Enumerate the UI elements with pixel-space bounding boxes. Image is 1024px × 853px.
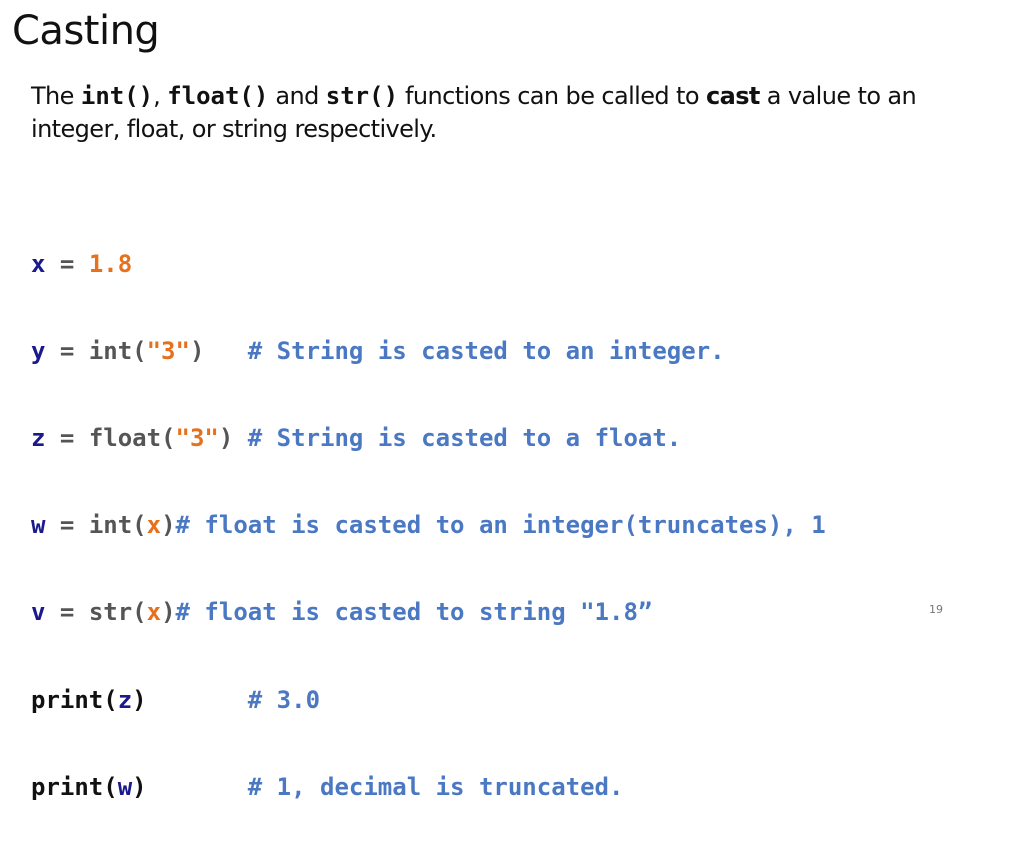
code-call: int( bbox=[88, 511, 147, 540]
code-line-print-w: print(w) # 1, decimal is truncated. bbox=[31, 766, 826, 810]
code-assign: = bbox=[45, 511, 89, 540]
code-line-y: y = int("3") # String is casted to an in… bbox=[31, 330, 826, 374]
code-var: y bbox=[31, 336, 46, 365]
code-print: print( bbox=[31, 685, 118, 714]
code-literal: "3" bbox=[175, 423, 219, 452]
code-var: z bbox=[31, 423, 46, 452]
code-literal: 1.8 bbox=[88, 249, 133, 278]
str-function-ref: str() bbox=[325, 82, 399, 110]
code-comment: # float is casted to an integer(truncate… bbox=[175, 511, 826, 540]
code-literal: "3" bbox=[146, 336, 190, 365]
code-line-w: w = int(x)# float is casted to an intege… bbox=[31, 504, 826, 548]
code-assign: = bbox=[45, 598, 89, 627]
code-close-paren: ) bbox=[189, 336, 205, 365]
intro-prefix: The bbox=[31, 82, 81, 110]
code-call: float( bbox=[88, 423, 176, 452]
code-close-paren: ) bbox=[132, 772, 147, 801]
code-arg: z bbox=[117, 685, 133, 714]
code-call: int( bbox=[88, 336, 147, 365]
float-function-ref: float() bbox=[167, 82, 269, 110]
int-function-ref: int() bbox=[80, 82, 154, 110]
intro-mid: functions can be called to bbox=[398, 82, 706, 110]
code-arg: x bbox=[146, 598, 162, 627]
cast-keyword: cast bbox=[705, 82, 760, 110]
code-arg: w bbox=[117, 772, 133, 801]
intro-sep-2: and bbox=[268, 82, 326, 110]
code-print: print( bbox=[31, 772, 118, 801]
code-close-paren: ) bbox=[218, 423, 234, 452]
intro-paragraph: The int(), float() and str() functions c… bbox=[31, 80, 991, 146]
code-line-x: x = 1.8 bbox=[31, 243, 826, 287]
code-var: w bbox=[31, 511, 46, 540]
code-var: v bbox=[31, 598, 46, 627]
code-comment: # String is casted to a float. bbox=[247, 423, 682, 452]
code-block: x = 1.8 y = int("3") # String is casted … bbox=[31, 199, 826, 853]
code-assign: = bbox=[45, 336, 89, 365]
code-assign: = bbox=[45, 423, 89, 452]
intro-sep-1: , bbox=[153, 82, 168, 110]
code-line-print-z: print(z) # 3.0 bbox=[31, 679, 826, 723]
code-comment: # 1, decimal is truncated. bbox=[247, 772, 624, 801]
code-close-paren: ) bbox=[161, 598, 176, 627]
slide-title: Casting bbox=[12, 8, 160, 54]
code-comment: # float is casted to string "1.8” bbox=[175, 598, 653, 627]
code-pad bbox=[204, 337, 247, 365]
code-close-paren: ) bbox=[132, 685, 147, 714]
code-close-paren: ) bbox=[161, 511, 176, 540]
code-var: x bbox=[31, 249, 46, 278]
code-pad bbox=[147, 686, 248, 714]
code-call: str( bbox=[88, 598, 147, 627]
code-line-v: v = str(x)# float is casted to string "1… bbox=[31, 591, 826, 635]
code-arg: x bbox=[146, 511, 162, 540]
code-pad bbox=[233, 424, 247, 452]
code-assign: = bbox=[45, 249, 89, 278]
page-number: 19 bbox=[929, 603, 943, 616]
code-pad bbox=[147, 773, 248, 801]
code-comment: # String is casted to an integer. bbox=[247, 336, 725, 365]
code-line-z: z = float("3") # String is casted to a f… bbox=[31, 417, 826, 461]
code-comment: # 3.0 bbox=[247, 685, 321, 714]
